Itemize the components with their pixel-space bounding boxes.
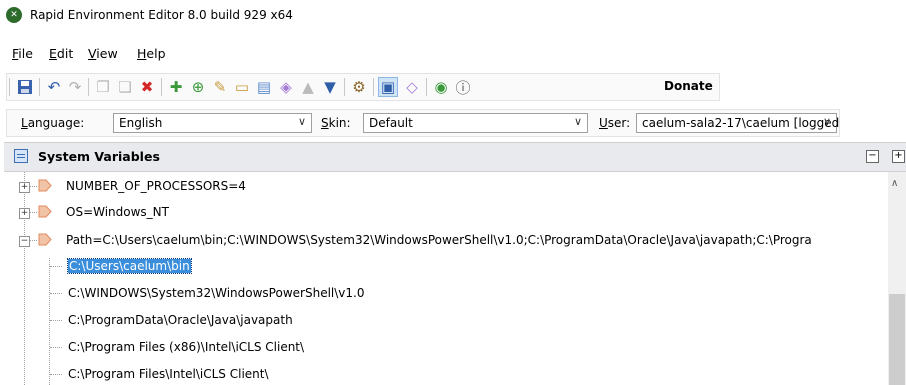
tree-item[interactable]: + OS=Windows_NT bbox=[0, 199, 888, 225]
app-logo-icon: ✕ bbox=[6, 7, 22, 23]
tag-icon bbox=[38, 233, 52, 246]
web-icon[interactable]: ◉ bbox=[431, 77, 451, 97]
scrollbar-thumb[interactable] bbox=[889, 294, 905, 385]
window-title: Rapid Environment Editor 8.0 build 929 x… bbox=[30, 8, 293, 22]
tag-icon bbox=[38, 205, 52, 218]
expand-all-icon[interactable]: + bbox=[892, 150, 905, 163]
undo-icon[interactable]: ↶ bbox=[44, 77, 64, 97]
scroll-up-icon[interactable]: ∧ bbox=[891, 178, 898, 189]
move-up-icon[interactable]: ▲ bbox=[298, 77, 318, 97]
options-bar: Language: English ∨ Skin: Default ∨ User: … bbox=[6, 109, 840, 137]
menu-file[interactable]: File bbox=[12, 46, 33, 61]
move-down-icon[interactable]: ▼ bbox=[320, 77, 340, 97]
menu-help[interactable]: Help bbox=[137, 46, 166, 61]
language-select[interactable]: English ∨ bbox=[113, 113, 312, 133]
language-label: Language: bbox=[21, 116, 85, 130]
help-icon[interactable]: ⓘ bbox=[453, 77, 473, 97]
list-icon bbox=[14, 149, 28, 163]
tag-icon bbox=[38, 179, 52, 192]
tree-child-item[interactable]: C:\ProgramData\Oracle\Java\javapath bbox=[0, 307, 888, 333]
vertical-scrollbar[interactable]: ∧ bbox=[888, 172, 906, 385]
chevron-down-icon: ∨ bbox=[573, 115, 582, 128]
tree-child-item[interactable]: C:\Program Files\Intel\iCLS Client\ bbox=[0, 361, 888, 385]
expand-icon[interactable]: + bbox=[19, 208, 30, 219]
menu-bar: File Edit View Help bbox=[0, 41, 906, 63]
delete-icon[interactable]: ✖ bbox=[137, 77, 157, 97]
expand-icon[interactable]: + bbox=[19, 182, 30, 193]
title-bar: ✕ Rapid Environment Editor 8.0 build 929… bbox=[0, 0, 906, 32]
system-variables-header: System Variables − + bbox=[4, 142, 906, 172]
menu-view[interactable]: View bbox=[88, 46, 118, 61]
add-variable-icon[interactable]: ✚ bbox=[166, 77, 186, 97]
tree-item[interactable]: − Path=C:\Users\caelum\bin;C:\WINDOWS\Sy… bbox=[0, 227, 888, 253]
filter-icon[interactable]: ◇ bbox=[402, 77, 422, 97]
system-variables-tree: + NUMBER_OF_PROCESSORS=4 + OS=Windows_NT… bbox=[0, 172, 888, 385]
copy-icon[interactable]: ❐ bbox=[93, 77, 113, 97]
properties-icon[interactable]: ▤ bbox=[254, 77, 274, 97]
settings-icon[interactable]: ⚙ bbox=[349, 77, 369, 97]
chevron-down-icon: ∨ bbox=[297, 115, 306, 128]
view-toggle-icon[interactable]: ▣ bbox=[378, 77, 398, 97]
user-label: User: bbox=[599, 116, 631, 130]
save-icon[interactable] bbox=[15, 77, 35, 97]
collapse-icon[interactable]: − bbox=[19, 236, 30, 247]
panel-title: System Variables bbox=[38, 149, 160, 164]
edit-icon[interactable]: ✎ bbox=[210, 77, 230, 97]
paste-icon[interactable]: ❏ bbox=[115, 77, 135, 97]
selected-value: C:\Users\caelum\bin bbox=[67, 258, 192, 274]
tree-child-item[interactable]: C:\WINDOWS\System32\WindowsPowerShell\v1… bbox=[0, 280, 888, 306]
skin-select[interactable]: Default ∨ bbox=[363, 113, 588, 133]
main-toolbar: ↶ ↷ ❐ ❏ ✖ ✚ ⊕ ✎ ▭ ▤ ◈ ▲ ▼ ⚙ ▣ ◇ ◉ ⓘ Dona… bbox=[6, 73, 720, 101]
tree-child-item[interactable]: C:\Program Files (x86)\Intel\iCLS Client… bbox=[0, 334, 888, 360]
chevron-down-icon: ∨ bbox=[822, 115, 831, 128]
donate-button[interactable]: Donate bbox=[664, 79, 713, 93]
collapse-all-icon[interactable]: − bbox=[866, 150, 879, 163]
tag-icon[interactable]: ◈ bbox=[276, 77, 296, 97]
tree-child-item[interactable]: C:\Users\caelum\bin bbox=[0, 253, 888, 279]
skin-label: Skin: bbox=[321, 116, 351, 130]
menu-edit[interactable]: Edit bbox=[49, 46, 73, 61]
user-select[interactable]: caelum-sala2-17\caelum [logged ∨ bbox=[636, 113, 839, 133]
folder-icon[interactable]: ▭ bbox=[232, 77, 252, 97]
add-value-icon[interactable]: ⊕ bbox=[188, 77, 208, 97]
redo-icon[interactable]: ↷ bbox=[65, 77, 85, 97]
tree-item[interactable]: + NUMBER_OF_PROCESSORS=4 bbox=[0, 173, 888, 199]
